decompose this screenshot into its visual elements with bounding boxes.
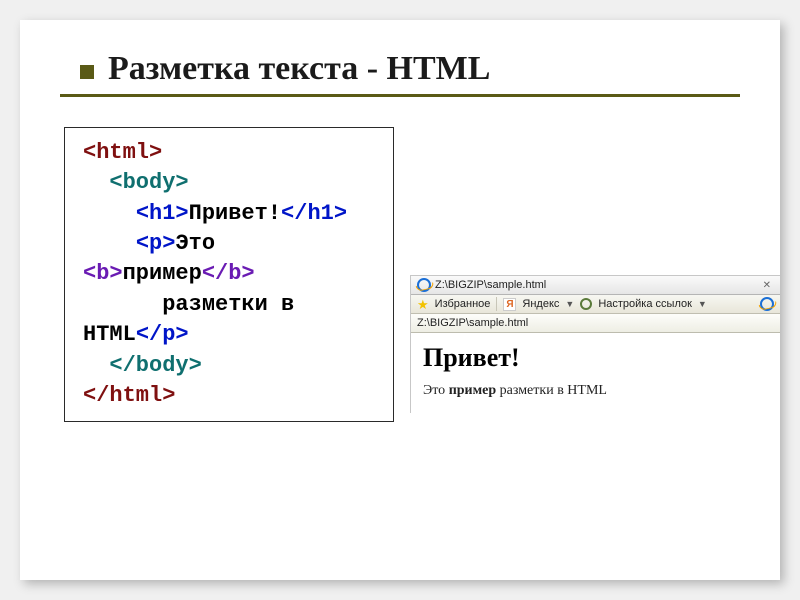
code-tag-html-close: </html>: [83, 383, 175, 408]
code-line: <h1>Привет!</h1>: [83, 199, 379, 229]
favorites-star-icon[interactable]: ★: [417, 298, 429, 311]
favorites-label[interactable]: Избранное: [435, 298, 491, 310]
rendered-text-bold: пример: [449, 383, 496, 398]
rendered-h1: Привет!: [423, 343, 768, 373]
browser-address-bar[interactable]: Z:\BIGZIP\sample.html: [411, 314, 780, 333]
code-line: разметки в: [83, 290, 379, 320]
yandex-label[interactable]: Яндекс: [522, 298, 559, 310]
presentation-slide: Разметка текста - HTML <html> <body> <h1…: [20, 20, 780, 580]
code-line: <p>Это: [83, 229, 379, 259]
internet-explorer-icon: [417, 278, 431, 292]
chevron-down-icon[interactable]: ▼: [698, 299, 707, 309]
code-p-text1: Это: [175, 231, 215, 256]
slide-title-text: Разметка текста - HTML: [108, 50, 490, 87]
code-tag-b-open: <b>: [83, 261, 123, 286]
slide-title: Разметка текста - HTML: [80, 50, 740, 88]
browser-preview: Z:\BIGZIP\sample.html ✕ ★ Избранное Я Ян…: [410, 275, 780, 413]
browser-tab[interactable]: Z:\BIGZIP\sample.html ✕: [411, 276, 780, 295]
code-line: <b>пример</b>: [83, 259, 379, 289]
code-line: HTML</p>: [83, 320, 379, 350]
code-b-text: пример: [123, 261, 202, 286]
rendered-text-after: разметки в HTML: [496, 383, 607, 398]
code-tag-h1-close: </h1>: [281, 201, 347, 226]
tab-close-icon[interactable]: ✕: [760, 280, 774, 291]
code-line: </body>: [83, 351, 379, 381]
code-tag-html-open: <html>: [83, 140, 162, 165]
browser-tab-label: Z:\BIGZIP\sample.html: [435, 279, 546, 291]
code-tag-body-open: <body>: [109, 170, 188, 195]
code-line: <html>: [83, 138, 379, 168]
code-tag-h1-open: <h1>: [136, 201, 189, 226]
code-tag-p-close: </p>: [136, 322, 189, 347]
chevron-down-icon[interactable]: ▼: [565, 299, 574, 309]
code-line: <body>: [83, 168, 379, 198]
browser-page-content: Привет! Это пример разметки в HTML: [411, 333, 780, 413]
browser-favorites-bar: ★ Избранное Я Яндекс ▼ Настройка ссылок …: [411, 295, 780, 314]
code-tag-b-close: </b>: [202, 261, 255, 286]
yandex-icon[interactable]: Я: [503, 298, 516, 311]
address-text: Z:\BIGZIP\sample.html: [417, 317, 528, 329]
code-p-text2b: HTML: [83, 322, 136, 347]
internet-explorer-icon[interactable]: [760, 297, 774, 311]
code-line: </html>: [83, 381, 379, 411]
code-tag-p-open: <p>: [136, 231, 176, 256]
code-tag-body-close: </body>: [109, 353, 201, 378]
gear-icon[interactable]: [580, 298, 592, 310]
code-sample-box: <html> <body> <h1>Привет!</h1> <p>Это <b…: [64, 127, 394, 422]
title-bullet-icon: [80, 65, 94, 79]
code-h1-text: Привет!: [189, 201, 281, 226]
settings-label[interactable]: Настройка ссылок: [598, 298, 692, 310]
rendered-paragraph: Это пример разметки в HTML: [423, 383, 768, 399]
rendered-text-before: Это: [423, 383, 449, 398]
title-bar: Разметка текста - HTML: [60, 50, 740, 97]
code-p-text2a: разметки в: [83, 292, 294, 317]
